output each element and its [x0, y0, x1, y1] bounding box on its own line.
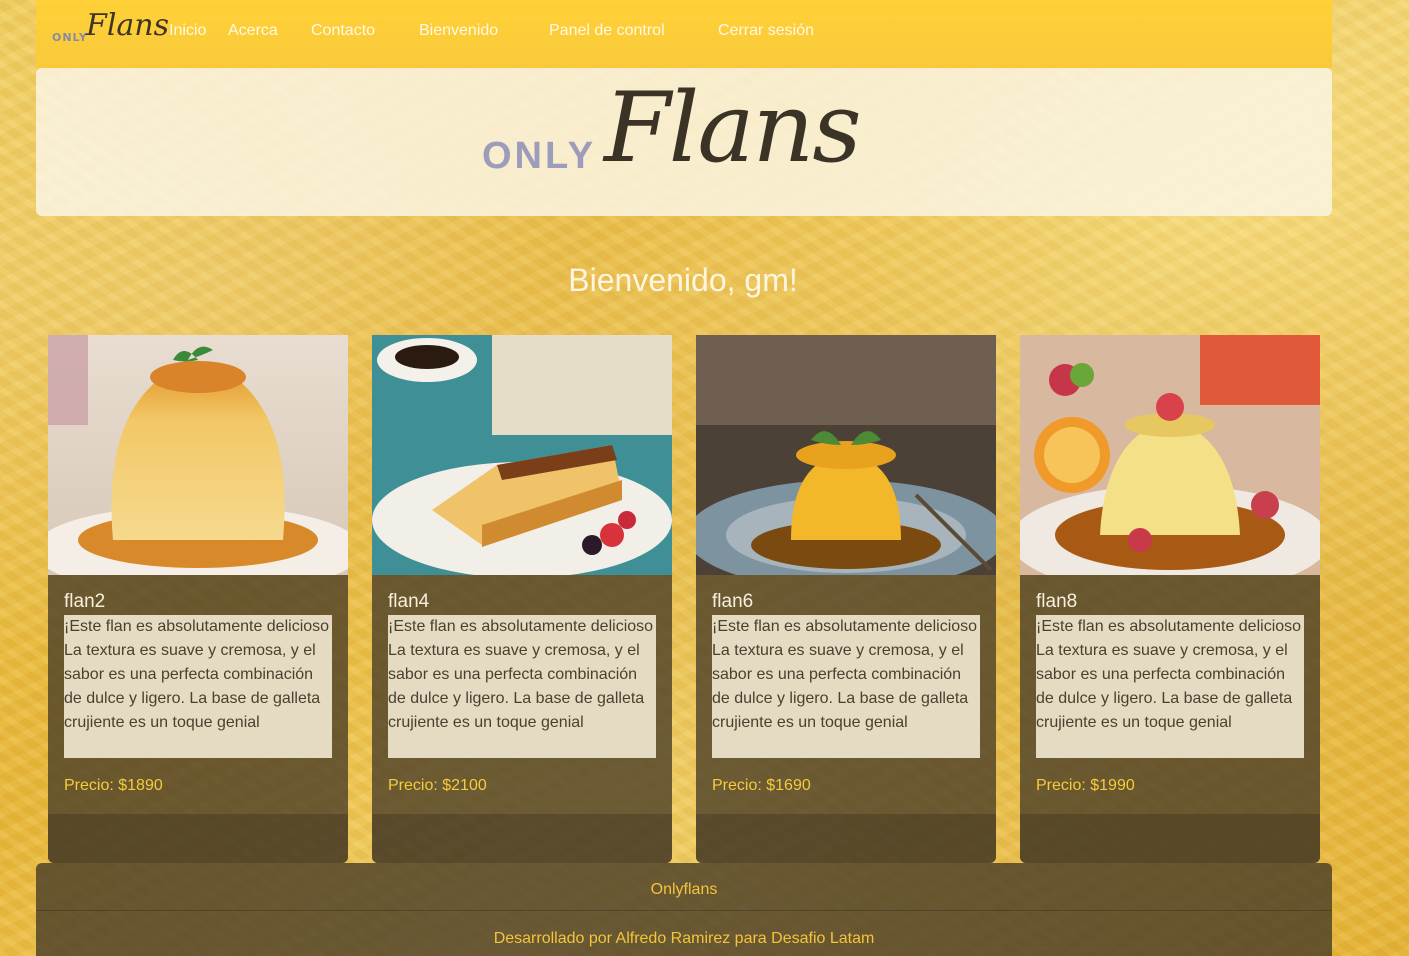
card-description: ¡Este flan es absolutamente delicioso La… — [712, 615, 980, 758]
nav-link-contacto[interactable]: Contacto — [311, 22, 375, 40]
card-price: Precio: $1690 — [712, 777, 811, 794]
card-title: flan2 — [64, 591, 106, 612]
navbar-logo[interactable]: ONLY Flans — [52, 8, 170, 50]
card-title: flan6 — [712, 591, 754, 612]
hero-banner: ONLY Flans — [36, 68, 1332, 216]
product-card: flan2 ¡Este flan es absolutamente delici… — [48, 335, 348, 863]
footer-divider — [36, 910, 1332, 911]
nav-link-bienvenido[interactable]: Bienvenido — [419, 22, 498, 40]
product-card: flan6 ¡Este flan es absolutamente delici… — [696, 335, 996, 863]
card-footer — [372, 814, 672, 863]
flan-image — [696, 335, 996, 575]
flan-image — [1020, 335, 1320, 575]
footer-brand: Onlyflans — [650, 881, 718, 898]
card-price: Precio: $2100 — [388, 777, 487, 794]
card-footer — [48, 814, 348, 863]
banner-logo: ONLY Flans — [482, 72, 902, 208]
card-price: Precio: $1990 — [1036, 777, 1135, 794]
nav-link-inicio[interactable]: Inicio — [169, 22, 206, 40]
card-footer — [1020, 814, 1320, 863]
nav-link-acerca[interactable]: Acerca — [228, 22, 278, 40]
banner-logo-only: ONLY — [482, 135, 597, 177]
card-price: Precio: $1890 — [64, 777, 163, 794]
nav-link-cerrar-sesion[interactable]: Cerrar sesión — [718, 22, 814, 40]
product-card: flan4 ¡Este flan es absolutamente delici… — [372, 335, 672, 863]
card-description: ¡Este flan es absolutamente delicioso La… — [64, 615, 332, 758]
card-title: flan8 — [1036, 591, 1078, 612]
card-title: flan4 — [388, 591, 430, 612]
logo-flans-text: Flans — [86, 8, 170, 43]
product-card: flan8 ¡Este flan es absolutamente delici… — [1020, 335, 1320, 863]
card-description: ¡Este flan es absolutamente delicioso La… — [1036, 615, 1304, 758]
card-footer — [696, 814, 996, 863]
flan-image — [372, 335, 672, 575]
welcome-heading: Bienvenido, gm! — [568, 262, 798, 298]
flan-image — [48, 335, 348, 575]
site-footer: Onlyflans Desarrollado por Alfredo Ramir… — [36, 863, 1332, 956]
footer-credit: Desarrollado por Alfredo Ramirez para De… — [493, 930, 875, 947]
card-description: ¡Este flan es absolutamente delicioso La… — [388, 615, 656, 758]
logo-only-text: ONLY — [52, 31, 88, 44]
nav-link-panel-de-control[interactable]: Panel de control — [549, 22, 665, 40]
navbar: ONLY Flans Inicio Acerca Contacto Bienve… — [36, 0, 1332, 68]
banner-logo-flans: Flans — [604, 72, 862, 184]
